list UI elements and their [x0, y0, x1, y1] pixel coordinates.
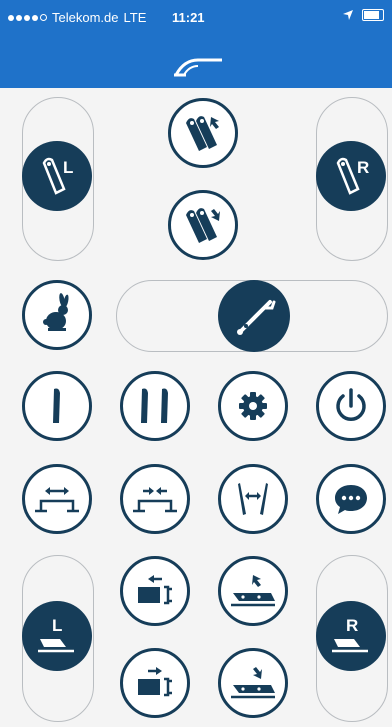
plough-up-icon [231, 575, 275, 607]
right-wing-icon: R [336, 157, 369, 195]
right-wing-label: R [357, 158, 369, 177]
right-section-label: R [346, 616, 358, 635]
wings-up-button[interactable] [168, 98, 238, 168]
status-carrier-group: Telekom.de LTE [8, 10, 146, 25]
left-wing-button[interactable]: L [22, 141, 92, 211]
pump-out-button[interactable] [120, 556, 190, 626]
status-time: 11:21 [172, 10, 205, 25]
pump-out-icon [138, 575, 172, 605]
spread-arms-icon [238, 483, 268, 515]
right-section-button[interactable]: R [316, 601, 386, 671]
chat-icon [335, 485, 367, 514]
status-right-group [342, 9, 384, 21]
plough-down-button[interactable] [218, 648, 288, 718]
plough-up-button[interactable] [218, 556, 288, 626]
wings-down-button[interactable] [168, 190, 238, 260]
pump-in-button[interactable] [120, 648, 190, 718]
left-section-button[interactable]: L [22, 601, 92, 671]
left-wing-label: L [63, 158, 73, 177]
double-arm-icon [141, 388, 168, 423]
pump-in-icon [138, 667, 172, 697]
app-bar [0, 40, 392, 88]
carrier-name: Telekom.de [52, 10, 119, 25]
battery-icon [362, 9, 384, 21]
location-arrow-icon [343, 10, 353, 20]
double-arm-button[interactable] [120, 371, 190, 441]
boom-arm-icon [237, 300, 276, 335]
power-button[interactable] [316, 371, 386, 441]
wings-down-icon [186, 208, 220, 243]
gear-icon [239, 392, 267, 420]
right-section-icon: R [332, 616, 368, 653]
left-section-label: L [52, 616, 62, 635]
wings-up-icon [186, 116, 219, 151]
widen-button[interactable] [22, 464, 92, 534]
right-wing-button[interactable]: R [316, 141, 386, 211]
left-wing-icon: L [42, 157, 73, 195]
single-arm-icon [53, 388, 60, 423]
rabbit-icon [43, 293, 69, 331]
single-arm-button[interactable] [22, 371, 92, 441]
app-logo-icon [174, 58, 222, 77]
rabbit-speed-button[interactable] [22, 280, 92, 350]
widen-icon [35, 487, 79, 513]
left-section-icon: L [38, 616, 74, 653]
plough-down-icon [231, 667, 275, 699]
spread-arms-button[interactable] [218, 464, 288, 534]
signal-icon [8, 14, 47, 21]
network-type: LTE [123, 10, 147, 25]
narrow-button[interactable] [120, 464, 190, 534]
power-icon [336, 388, 366, 421]
settings-button[interactable] [218, 371, 288, 441]
chat-button[interactable] [316, 464, 386, 534]
status-bar: Telekom.de LTE 11:21 [0, 0, 392, 40]
boom-slider-knob[interactable] [218, 280, 290, 352]
narrow-icon [133, 487, 177, 513]
